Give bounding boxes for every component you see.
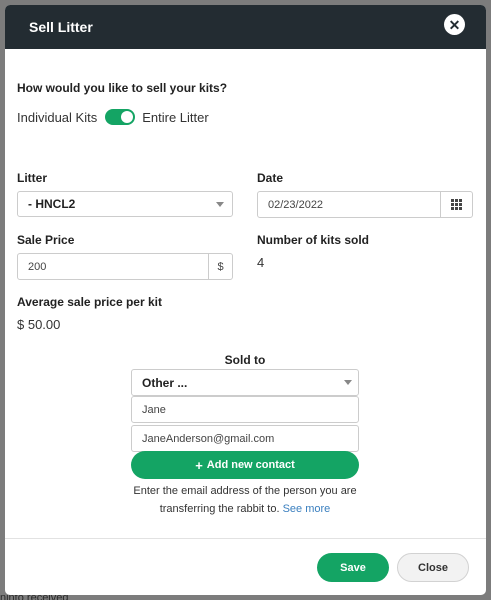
contact-email-input[interactable]: JaneAnderson@gmail.com [131,425,359,452]
modal-header: Sell Litter ✕ [5,5,486,49]
help-text-line2: transferring the rabbit to. See more [101,500,389,518]
date-input-value: 02/23/2022 [268,198,324,211]
calendar-button[interactable] [440,192,472,217]
litter-select-value: - HNCL2 [28,197,76,211]
sell-mode-toggle[interactable] [105,109,136,125]
kits-sold-value: 4 [257,255,265,270]
help-text-line1: Enter the email address of the person yo… [133,485,357,497]
chevron-down-icon [216,201,224,207]
litter-select[interactable]: - HNCL2 [17,191,233,217]
help-text-line2-text: transferring the rabbit to. [159,503,280,515]
avg-price-label: Average sale price per kit [17,295,162,309]
sale-price-label: Sale Price [17,233,75,247]
litter-label: Litter [17,171,47,185]
entire-litter-label: Entire Litter [142,109,209,125]
footer-divider [5,538,486,539]
close-icon: ✕ [448,16,461,33]
save-button[interactable]: Save [317,553,389,582]
individual-kits-label: Individual Kits [17,109,98,125]
help-text: Enter the email address of the person yo… [101,482,389,518]
contact-email-value: JaneAnderson@gmail.com [142,432,275,445]
modal-title: Sell Litter [29,19,93,35]
date-label: Date [257,171,284,185]
date-input[interactable]: 02/23/2022 [257,191,473,218]
calendar-grid-icon [451,199,462,210]
contact-name-value: Jane [142,403,166,416]
sell-litter-modal: Sell Litter ✕ How would you like to sell… [5,5,486,595]
contact-name-input[interactable]: Jane [131,396,359,423]
currency-unit: $ [208,254,232,279]
toggle-knob [121,111,134,123]
sale-price-value: 200 [28,260,47,273]
sell-mode-toggle-row: Individual Kits Entire Litter [17,109,209,125]
close-footer-button[interactable]: Close [397,553,469,582]
see-more-link[interactable]: See more [283,503,331,515]
add-contact-label: Add new contact [206,459,295,471]
sale-price-input[interactable]: 200 $ [17,253,233,280]
sold-to-selected: Other ... [142,375,188,390]
kits-sold-label: Number of kits sold [257,233,370,247]
avg-price-value: $ 50.00 [17,317,61,332]
plus-icon: + [195,457,203,473]
sell-question: How would you like to sell your kits? [17,81,228,95]
chevron-down-icon [344,380,352,385]
sold-to-select[interactable]: Other ... [131,369,359,396]
sold-to-label: Sold to [224,353,266,367]
close-button[interactable]: ✕ [444,14,465,35]
add-contact-button[interactable]: + Add new contact [131,451,359,479]
